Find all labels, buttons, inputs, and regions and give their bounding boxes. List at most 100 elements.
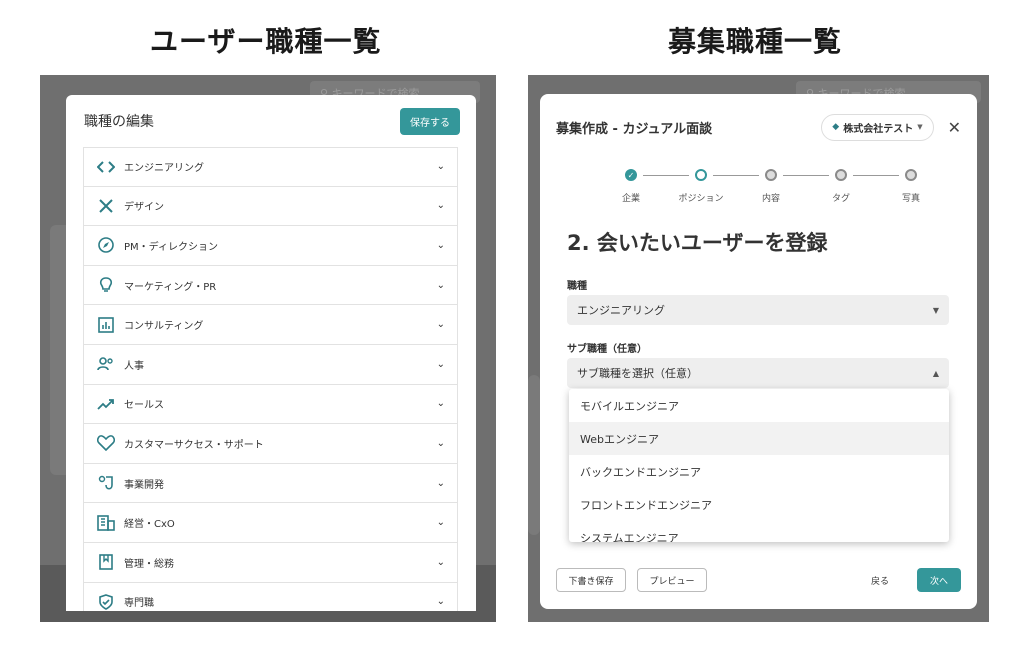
- step-circle: [905, 169, 917, 181]
- right-screenshot-panel: ⚲ キーワードで検索 募集作成 - カジュアル面談 ◆ 株式会社テスト ▼ ✕ …: [528, 75, 989, 622]
- job-category-label: デザイン: [124, 202, 164, 214]
- chevron-down-icon[interactable]: ⌄: [437, 478, 445, 489]
- job-category-admin[interactable]: 管理・総務 ⌄: [83, 542, 458, 583]
- modal-title: 募集作成 - カジュアル面談: [556, 121, 713, 137]
- job-category-label: セールス: [124, 400, 164, 412]
- chevron-down-icon[interactable]: ⌄: [437, 596, 445, 607]
- step-company[interactable]: ✓ 企業: [601, 169, 661, 204]
- modal-header: 募集作成 - カジュアル面談 ◆ 株式会社テスト ▼ ✕: [556, 113, 961, 141]
- dropdown-option[interactable]: モバイルエンジニア: [569, 389, 949, 422]
- job-category-label: コンサルティング: [124, 321, 204, 333]
- caret-down-icon: ▼: [917, 123, 923, 131]
- draft-save-button[interactable]: 下書き保存: [556, 568, 626, 592]
- subjob-dropdown-menu: モバイルエンジニア Webエンジニア バックエンドエンジニア フロントエンドエン…: [569, 389, 949, 542]
- job-category-executive[interactable]: 経営・CxO ⌄: [83, 503, 458, 543]
- chevron-down-icon[interactable]: ⌄: [437, 557, 445, 568]
- design-tools-icon: [96, 196, 116, 216]
- job-edit-modal: 職種の編集 保存する エンジニアリング ⌄ デザイン ⌄ PM・ディレクション …: [66, 95, 476, 611]
- job-category-hr[interactable]: 人事 ⌄: [83, 344, 458, 385]
- step-circle: [695, 169, 707, 181]
- lightbulb-icon: [96, 275, 116, 295]
- right-section-title: 募集職種一覧: [668, 25, 843, 58]
- trending-up-icon: [96, 394, 116, 414]
- chevron-down-icon[interactable]: ⌄: [437, 438, 445, 449]
- job-category-design[interactable]: デザイン ⌄: [83, 186, 458, 227]
- job-category-label: 専門職: [124, 598, 154, 610]
- subjob-select-value: サブ職種を選択（任意）: [577, 367, 698, 380]
- step-label: 写真: [901, 194, 920, 204]
- shield-check-icon: [96, 592, 116, 611]
- job-category-engineering[interactable]: エンジニアリング ⌄: [83, 147, 458, 187]
- building-icon: [96, 513, 116, 533]
- step-content[interactable]: 内容: [741, 169, 801, 204]
- dropdown-option[interactable]: バックエンドエンジニア: [569, 455, 949, 488]
- job-field-label: 職種: [567, 281, 587, 292]
- job-category-label: 経営・CxO: [124, 519, 175, 531]
- business-dev-icon: [96, 473, 116, 493]
- job-category-customer-success[interactable]: カスタマーサクセス・サポート ⌄: [83, 424, 458, 464]
- job-category-label: カスタマーサクセス・サポート: [124, 439, 264, 451]
- caret-up-icon: ▲: [932, 368, 939, 378]
- subjob-field-label: サブ職種（任意）: [567, 344, 647, 355]
- step-label: ポジション: [678, 194, 724, 204]
- chevron-down-icon[interactable]: ⌄: [437, 240, 445, 251]
- step-label: 内容: [761, 194, 780, 204]
- dropdown-option[interactable]: システムエンジニア: [569, 521, 949, 543]
- progress-stepper: ✓ 企業 ポジション 内容 タグ 写真: [600, 169, 920, 209]
- job-category-label: 管理・総務: [124, 558, 174, 570]
- step-label: 企業: [621, 194, 640, 204]
- back-button[interactable]: 戻る: [871, 574, 889, 587]
- code-brackets-icon: [96, 157, 116, 177]
- step-label: タグ: [831, 194, 850, 204]
- chevron-down-icon[interactable]: ⌄: [437, 161, 445, 172]
- preview-button[interactable]: プレビュー: [637, 568, 707, 592]
- next-button[interactable]: 次へ: [917, 568, 961, 592]
- people-icon: [96, 354, 116, 374]
- step-circle: [765, 169, 777, 181]
- chevron-down-icon[interactable]: ⌄: [437, 359, 445, 370]
- caret-down-icon: ▼: [932, 305, 939, 315]
- step-photos[interactable]: 写真: [881, 169, 941, 204]
- job-category-list: エンジニアリング ⌄ デザイン ⌄ PM・ディレクション ⌄ マーケティング・P…: [83, 147, 458, 611]
- bookmark-icon: [96, 552, 116, 572]
- chevron-down-icon[interactable]: ⌄: [437, 319, 445, 330]
- company-selector[interactable]: ◆ 株式会社テスト ▼: [821, 113, 934, 141]
- left-section-title: ユーザー職種一覧: [150, 25, 382, 58]
- job-category-sales[interactable]: セールス ⌄: [83, 384, 458, 425]
- recruit-create-modal: 募集作成 - カジュアル面談 ◆ 株式会社テスト ▼ ✕ ✓ 企業 ポジション: [540, 94, 977, 609]
- background-card: [528, 375, 540, 535]
- left-screenshot-panel: ⚲ キーワードで検索 職種の編集 保存する エンジニアリング ⌄ デザイン ⌄ …: [40, 75, 496, 622]
- bar-chart-icon: [96, 315, 116, 335]
- company-marker-icon: ◆: [832, 122, 840, 132]
- subjob-select[interactable]: サブ職種を選択（任意） ▲: [567, 358, 949, 388]
- chevron-down-icon[interactable]: ⌄: [437, 517, 445, 528]
- check-icon: ✓: [625, 169, 637, 181]
- job-category-label: PM・ディレクション: [124, 241, 218, 253]
- job-category-label: 事業開発: [124, 479, 164, 491]
- step-circle: [835, 169, 847, 181]
- job-category-label: マーケティング・PR: [124, 281, 217, 293]
- save-button[interactable]: 保存する: [400, 107, 460, 135]
- chevron-down-icon[interactable]: ⌄: [437, 280, 445, 291]
- job-category-label: 人事: [124, 360, 144, 372]
- job-select[interactable]: エンジニアリング ▼: [567, 295, 949, 325]
- job-category-marketing[interactable]: マーケティング・PR ⌄: [83, 265, 458, 306]
- section-heading: 2. 会いたいユーザーを登録: [567, 231, 828, 255]
- job-category-bizdev[interactable]: 事業開発 ⌄: [83, 463, 458, 504]
- chevron-down-icon[interactable]: ⌄: [437, 398, 445, 409]
- company-name: 株式会社テスト: [843, 123, 914, 135]
- heart-icon: [96, 433, 116, 453]
- job-category-consulting[interactable]: コンサルティング ⌄: [83, 305, 458, 345]
- chevron-down-icon[interactable]: ⌄: [437, 200, 445, 211]
- dropdown-option[interactable]: Webエンジニア: [569, 422, 949, 455]
- job-select-value: エンジニアリング: [577, 304, 665, 317]
- compass-icon: [96, 235, 116, 255]
- job-category-label: エンジニアリング: [124, 163, 204, 175]
- close-icon[interactable]: ✕: [948, 118, 961, 137]
- dropdown-option[interactable]: フロントエンドエンジニア: [569, 488, 949, 521]
- job-category-pm[interactable]: PM・ディレクション ⌄: [83, 226, 458, 266]
- job-category-specialist[interactable]: 専門職 ⌄: [83, 582, 458, 611]
- modal-header: 職種の編集 保存する: [66, 95, 476, 147]
- step-tags[interactable]: タグ: [811, 169, 871, 204]
- step-position[interactable]: ポジション: [671, 169, 731, 204]
